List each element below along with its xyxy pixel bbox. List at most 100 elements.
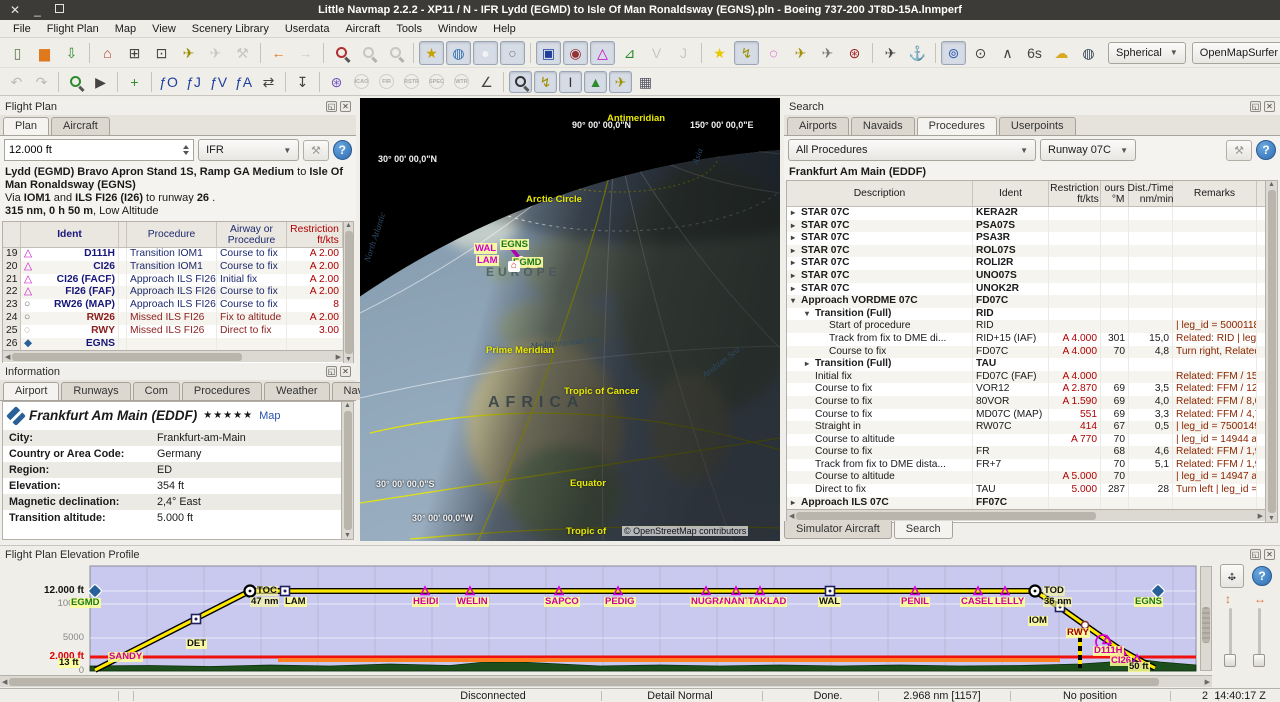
tree-collapsed-icon[interactable]: ▸ [791, 257, 801, 269]
tab-plan[interactable]: Plan [3, 117, 49, 135]
show-sun-shading-button[interactable]: ⊙ [968, 41, 993, 65]
help-button[interactable]: ? [1250, 564, 1274, 588]
calc-route-auto-button[interactable]: ƒA [232, 71, 255, 93]
procedure-row[interactable]: ▾Transition (Full)RID [787, 308, 1265, 321]
procedure-row[interactable]: ▸STAR 07CKERA2R [787, 207, 1265, 220]
center-aircraft-button[interactable]: ✈ [176, 41, 201, 65]
show-addon-airports-button[interactable]: ○ [500, 41, 525, 65]
procedure-row[interactable]: Initial fixFD07C (FAF)A 4.000Related: FF… [787, 371, 1265, 384]
float-panel-icon[interactable]: ◱ [326, 101, 337, 112]
procedure-filter-select[interactable]: All Procedures ▼ [788, 139, 1036, 161]
procedure-row[interactable]: ▸STAR 07CROLI2R [787, 257, 1265, 270]
procedure-row[interactable]: Course to altitudeA 5.00070| leg_id = 14… [787, 471, 1265, 484]
procedure-row[interactable]: Course to fix80VORA 1.590694,0Related: F… [787, 396, 1265, 409]
horizontal-scrollbar[interactable]: ◀▶ [0, 675, 1212, 687]
vertical-scrollbar[interactable]: ▲▼ [343, 222, 353, 363]
float-panel-icon[interactable]: ◱ [1250, 101, 1261, 112]
vertical-scrollbar[interactable] [1200, 566, 1212, 671]
show-aircraft-button[interactable]: ✈ [788, 41, 813, 65]
help-icon[interactable]: ? [333, 140, 352, 160]
cruise-altitude-input[interactable] [9, 144, 174, 156]
flight-plan-row[interactable]: 22△FI26 (FAF)Approach ILS FI26Course to … [3, 286, 343, 299]
show-soft-airports-button[interactable]: ◍ [446, 41, 471, 65]
flight-plan-table-header[interactable]: IdentProcedureAirway or ProcedureRestric… [3, 222, 343, 248]
procedure-row[interactable]: ▸Transition (Full)TAU [787, 358, 1265, 371]
vertical-scrollbar[interactable]: ▲▼ [341, 402, 353, 539]
show-vor-button[interactable]: ▣ [536, 41, 561, 65]
menu-tools[interactable]: Tools [389, 22, 429, 36]
altitude-stepper[interactable] [183, 145, 189, 155]
dock-table-button[interactable]: ▦ [634, 71, 657, 93]
center-selection-button[interactable]: ⊡ [149, 41, 174, 65]
airspace-fir-button[interactable]: FIR [375, 71, 398, 93]
procedure-row[interactable]: Track from fix to DME dista...FR+7705,1R… [787, 459, 1265, 472]
flight-plan-row[interactable]: 20△CI26Transition IOM1Course to fixA 2.0… [3, 261, 343, 274]
vertical-zoom-handle[interactable] [1224, 654, 1236, 667]
menu-scenery-library[interactable]: Scenery Library [185, 22, 276, 36]
projection-select[interactable]: Spherical▼ [1108, 42, 1186, 64]
column-header-ident[interactable]: Ident [21, 222, 119, 247]
menu-aircraft[interactable]: Aircraft [338, 22, 387, 36]
dock-tab-search[interactable]: Search [894, 521, 953, 539]
show-jet-airways-button[interactable]: J [671, 41, 696, 65]
procedure-row[interactable]: Straight inRW07C414670,5| leg_id = 75001… [787, 421, 1265, 434]
edit-plan-on-map-button[interactable]: ▶ [89, 71, 112, 93]
map-home-button[interactable]: ⌂ [95, 41, 120, 65]
close-window-icon[interactable]: ✕ [10, 4, 20, 16]
procedure-row[interactable]: Direct to fixTAU5.00028728Turn left | le… [787, 484, 1265, 497]
menu-window[interactable]: Window [431, 22, 484, 36]
procedure-row[interactable]: ▸STAR 07CUNOK2R [787, 283, 1265, 296]
procedure-row[interactable]: Course to fixFR684,6Related: FFM / 1,9 r [787, 446, 1265, 459]
column-header-remarks[interactable]: Remarks [1173, 181, 1257, 206]
horizontal-scrollbar[interactable]: ◀▶ [787, 509, 1265, 521]
show-waypoints-button[interactable]: △ [590, 41, 615, 65]
procedure-row[interactable]: ▸STAR 07CUNO07S [787, 270, 1265, 283]
menu-help[interactable]: Help [486, 22, 523, 36]
new-flight-plan-button[interactable]: ▯ [5, 41, 30, 65]
show-empty-airports-button[interactable]: ● [473, 41, 498, 65]
column-header-description[interactable]: Description [787, 181, 973, 206]
measure-distance-button[interactable]: ∠ [475, 71, 498, 93]
tree-expanded-icon[interactable]: ▾ [805, 308, 815, 320]
flight-plan-row[interactable]: 21△CI26 (FACF)Approach ILS FI26Initial f… [3, 274, 343, 287]
procedure-row[interactable]: ▸Approach ILS 07CFF07C [787, 497, 1265, 510]
show-grid-button[interactable]: ⊚ [941, 41, 966, 65]
show-victor-airways-button[interactable]: V [644, 41, 669, 65]
map-themes-button[interactable]: ◍ [1076, 41, 1101, 65]
column-header-procedure[interactable]: Procedure [127, 222, 217, 247]
vertical-scrollbar[interactable]: ▲▼ [1265, 181, 1277, 522]
show-aircraft-track-button[interactable]: ✈ [815, 41, 840, 65]
column-header-airway-or[interactable]: Airway or Procedure [217, 222, 287, 247]
show-ai-aircraft-button[interactable]: ✈ [878, 41, 903, 65]
tab-userpoints[interactable]: Userpoints [999, 117, 1076, 135]
tab-airport[interactable]: Airport [3, 382, 59, 400]
flight-plan-row[interactable]: 25◌RWYMissed ILS FI26Direct to fix3.00 [3, 325, 343, 338]
flight-rules-select[interactable]: IFR ▼ [198, 139, 299, 161]
center-aircraft-wind-button[interactable]: ✈ [203, 41, 228, 65]
procedure-row[interactable]: Course to altitudeA 77070| leg_id = 1494… [787, 434, 1265, 447]
tab-weather[interactable]: Weather [264, 382, 329, 400]
calc-route-victor-button[interactable]: ƒV [207, 71, 230, 93]
dock-information-button[interactable]: I [559, 71, 582, 93]
tree-collapsed-icon[interactable]: ▸ [791, 283, 801, 295]
show-flight-plan-button[interactable]: ↯ [734, 41, 759, 65]
map-style-select[interactable]: OpenMapSurfer▼ [1192, 42, 1280, 64]
menu-map[interactable]: Map [108, 22, 143, 36]
clear-selection-icon[interactable]: ⚒ [1226, 140, 1252, 161]
column-header-restriction[interactable]: Restriction ft/kts [1049, 181, 1101, 206]
close-panel-icon[interactable]: ✕ [340, 101, 351, 112]
tree-collapsed-icon[interactable]: ▸ [805, 358, 815, 370]
column-header-dist.-time[interactable]: Dist./Time nm/min [1129, 181, 1173, 206]
show-minimum-altitude-button[interactable]: 6s [1022, 41, 1047, 65]
procedure-row[interactable]: ▸STAR 07CROL07S [787, 245, 1265, 258]
expand-profile-button[interactable]: ↔↕ [1220, 564, 1244, 588]
tab-navaids[interactable]: Navaids [851, 117, 915, 135]
show-procedures-button[interactable]: ◌ [761, 41, 786, 65]
save-flight-plan-button[interactable]: ⇩ [59, 41, 84, 65]
tree-collapsed-icon[interactable]: ▸ [791, 270, 801, 282]
add-flight-plan-position-button[interactable]: + [123, 71, 146, 93]
tab-com[interactable]: Com [133, 382, 180, 400]
adjust-altitude-button[interactable]: ↧ [291, 71, 314, 93]
tab-procedures[interactable]: Procedures [182, 382, 262, 400]
zoom-document-button[interactable] [383, 41, 408, 65]
